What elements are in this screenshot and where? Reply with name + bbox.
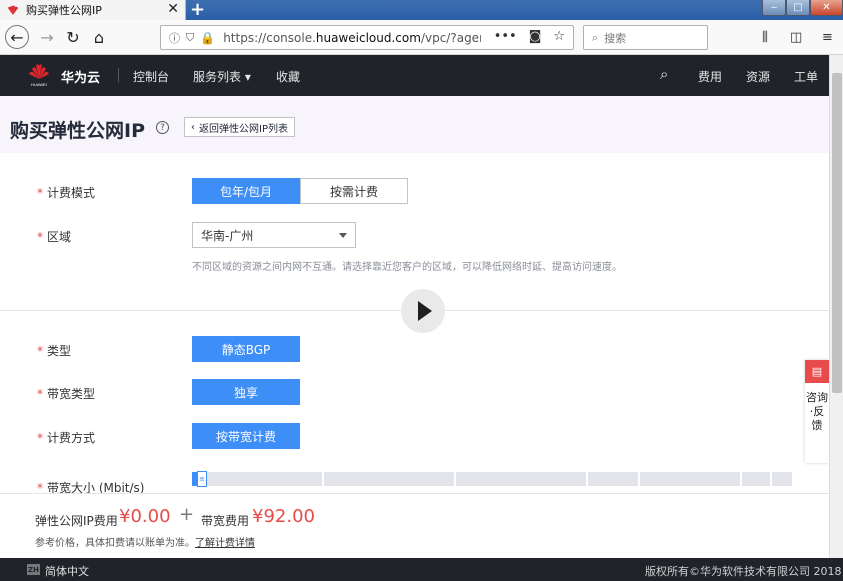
scrollbar-thumb[interactable] [832, 73, 842, 393]
pricing-details-link[interactable]: 了解计费详情 [195, 534, 255, 549]
type-label: * 类型 [37, 344, 72, 358]
back-arrow-icon[interactable]: ← [5, 25, 29, 49]
home-icon[interactable]: ⌂ [88, 26, 110, 48]
plus-sign: + [179, 504, 195, 525]
nav-console[interactable]: 控制台 [133, 68, 169, 85]
billing-mode-yearly[interactable]: 包年/包月 [192, 178, 300, 204]
bookmark-star-icon[interactable]: ☆ [553, 29, 565, 44]
huawei-logo-text: HUAWEI [31, 82, 47, 87]
bandwidth-fee-value: ¥92.00 [252, 506, 315, 527]
billing-mode-on-demand[interactable]: 按需计费 [300, 178, 408, 204]
site-header: HUAWEI 华为云 控制台 服务列表 ▾ 收藏 ⌕ 费用 资源 工单 [0, 55, 829, 96]
caret-down-icon [339, 233, 347, 238]
search-input[interactable]: ⌕ 搜索 [583, 25, 708, 50]
back-to-list-button[interactable]: ‹ 返回弹性公网IP列表 [184, 117, 295, 137]
pocket-icon[interactable]: ◙ [529, 29, 542, 44]
help-icon[interactable]: ? [156, 121, 169, 134]
play-icon [418, 301, 432, 321]
chat-icon: ▤ [805, 360, 829, 383]
huawei-logo[interactable]: HUAWEI [26, 62, 52, 88]
bandwidth-slider[interactable]: ≡ [192, 471, 812, 487]
region-select[interactable]: 华南-广州 [192, 222, 356, 248]
info-icon[interactable]: ⓘ [169, 30, 180, 46]
nav-billing[interactable]: 费用 [698, 68, 722, 85]
window-close-button[interactable]: ✕ [810, 0, 843, 16]
brand-name[interactable]: 华为云 [61, 67, 100, 86]
eip-fee-label: 弹性公网IP费用 [35, 514, 118, 528]
tab-title: 购买弹性公网IP [26, 4, 102, 17]
copyright-text: 版权所有©华为软件技术有限公司 2018 保 [645, 565, 843, 578]
feedback-widget[interactable]: ▤ 咨询·反馈 [805, 360, 829, 463]
nav-service-list[interactable]: 服务列表 ▾ [193, 68, 251, 85]
language-selector[interactable]: 简体中文 [45, 563, 89, 579]
huawei-logo-icon [8, 5, 18, 15]
lock-icon: 🔒 [200, 30, 216, 45]
region-label: * 区域 [37, 230, 72, 244]
eip-fee-value: ¥0.00 [119, 506, 171, 527]
reload-icon[interactable]: ↻ [62, 26, 84, 48]
nav-tickets[interactable]: 工单 [794, 68, 818, 85]
charge-by-bandwidth-button[interactable]: 按带宽计费 [192, 423, 300, 449]
billing-mode-toggle: 包年/包月 按需计费 [192, 178, 408, 204]
language-icon: ZH [27, 564, 40, 575]
play-video-button[interactable] [401, 289, 445, 333]
page-title: 购买弹性公网IP [10, 120, 145, 142]
title-area: 购买弹性公网IP ? ‹ 返回弹性公网IP列表 [0, 96, 829, 153]
search-icon: ⌕ [592, 30, 599, 44]
purchase-form: * 计费模式 包年/包月 按需计费 * 区域 华南-广州 不同区域的资源之间内网不互… [0, 153, 829, 495]
nav-resources[interactable]: 资源 [746, 68, 770, 85]
forward-arrow-icon[interactable]: → [36, 26, 58, 48]
header-search-icon[interactable]: ⌕ [660, 65, 668, 83]
bandwidth-fee-label: 带宽费用 [201, 514, 250, 528]
chevron-left-icon: ‹ [191, 121, 195, 133]
price-bar: 弹性公网IP费用 ¥0.00 + 带宽费用 ¥92.00 参考价格，具体扣费请以… [0, 493, 829, 558]
region-hint: 不同区域的资源之间内网不互通。请选择靠近您客户的区域，可以降低网络时延、提高访问… [192, 262, 622, 273]
slider-handle[interactable]: ≡ [197, 471, 207, 487]
browser-toolbar: ← → ↻ ⌂ ⓘ ⛉ 🔒 https://console.huaweiclou… [0, 20, 843, 55]
shield-icon[interactable]: ⛉ [186, 31, 194, 45]
library-icon[interactable]: ⫼ [762, 30, 768, 45]
charge-method-label: * 计费方式 [37, 431, 96, 445]
menu-icon[interactable]: ≡ [822, 30, 833, 45]
vertical-scrollbar[interactable] [829, 55, 843, 558]
site-footer: ZH 简体中文 版权所有©华为软件技术有限公司 2018 保 [0, 558, 843, 581]
window-minimize-button[interactable]: ‒ [762, 0, 786, 16]
bandwidth-type-dedicated-button[interactable]: 独享 [192, 379, 300, 405]
browser-tab-bar: 购买弹性公网IP ✕ + ‒ □ ✕ [0, 0, 843, 20]
page-actions-icon[interactable]: ••• [494, 29, 517, 44]
nav-favorites[interactable]: 收藏 [276, 68, 300, 85]
window-maximize-button[interactable]: □ [786, 0, 810, 16]
feedback-label: 咨询·反馈 [806, 391, 828, 432]
price-note: 参考价格，具体扣费请以账单为准。 [35, 538, 195, 549]
url-text[interactable]: https://console.huaweicloud.com/vpc/?age… [223, 31, 481, 45]
close-tab-icon[interactable]: ✕ [167, 1, 179, 17]
url-bar[interactable]: ⓘ ⛉ 🔒 https://console.huaweicloud.com/vp… [160, 25, 574, 50]
bandwidth-type-label: * 带宽类型 [37, 387, 96, 401]
new-tab-button[interactable]: + [190, 0, 205, 20]
header-divider [118, 68, 119, 82]
sidebar-icon[interactable]: ◫ [790, 30, 802, 45]
billing-mode-label: * 计费模式 [37, 186, 96, 200]
type-static-bgp-button[interactable]: 静态BGP [192, 336, 300, 362]
browser-tab[interactable]: 购买弹性公网IP ✕ [0, 0, 186, 20]
